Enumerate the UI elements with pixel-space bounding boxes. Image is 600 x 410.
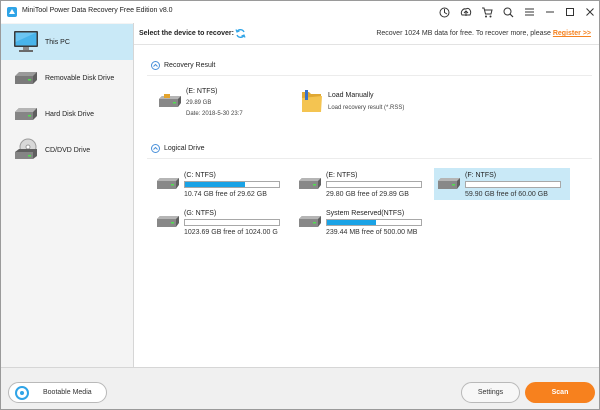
- logical-drive-item[interactable]: (F: NTFS) 59.90 GB free of 60.00 GB: [434, 168, 570, 200]
- free-limit-notice: Recover 1024 MB data for free. To recove…: [376, 30, 591, 37]
- bottom-bar: Bootable Media Settings Scan: [1, 367, 599, 409]
- minitool-logo-icon: [7, 7, 17, 17]
- drive-name: System Reserved(NTFS): [326, 210, 405, 217]
- title-bar: MiniTool Power Data Recovery Free Editio…: [1, 1, 599, 23]
- drive-free-space: 239.44 MB free of 500.00 MB: [326, 229, 418, 236]
- result-drive-name: (E: NTFS): [186, 88, 218, 95]
- disc-icon: [15, 386, 29, 400]
- logical-drive-item[interactable]: (C: NTFS) 10.74 GB free of 29.62 GB: [153, 168, 289, 200]
- usage-bar: [326, 219, 422, 226]
- drive-name: (G: NTFS): [184, 210, 217, 217]
- result-size: 29.89 GB: [186, 100, 212, 106]
- menu-icon[interactable]: [522, 5, 536, 19]
- sidebar-item-label: This PC: [45, 39, 70, 46]
- sidebar-item-removable-disk-drive[interactable]: Removable Disk Drive: [1, 60, 133, 96]
- promo-text: Recover 1024 MB data for free. To recove…: [376, 30, 553, 37]
- hard-disk-icon: [299, 178, 321, 189]
- hard-disk-with-result-icon: [159, 94, 181, 107]
- usage-bar-fill: [327, 220, 376, 225]
- recovery-result-item[interactable]: (E: NTFS) 29.89 GB Date: 2018-5-30 23:7: [155, 84, 285, 122]
- sidebar: This PC Removable Disk Drive Hard Disk D…: [1, 23, 134, 367]
- usage-bar: [326, 181, 422, 188]
- main-panel: Select the device to recover: Recover 10…: [134, 23, 599, 367]
- maximize-icon[interactable]: [563, 5, 577, 19]
- sidebar-item-label: Removable Disk Drive: [45, 75, 115, 82]
- refresh-icon[interactable]: [235, 28, 246, 39]
- divider: [147, 75, 592, 76]
- drive-free-space: 59.90 GB free of 60.00 GB: [465, 191, 548, 198]
- sidebar-item-cd-dvd-drive[interactable]: CD/DVD Drive: [1, 132, 133, 168]
- hard-disk-icon: [157, 178, 179, 189]
- logical-drive-item[interactable]: (G: NTFS) 1023.69 GB free of 1024.00 G: [153, 206, 289, 238]
- hard-disk-icon: [299, 216, 321, 227]
- cart-icon[interactable]: [480, 5, 494, 19]
- usage-bar: [184, 219, 280, 226]
- usage-bar-fill: [185, 182, 246, 187]
- drive-name: (C: NTFS): [184, 172, 216, 179]
- usage-bar: [465, 181, 561, 188]
- settings-button[interactable]: Settings: [461, 382, 520, 403]
- sidebar-item-this-pc[interactable]: This PC: [1, 24, 133, 60]
- register-link[interactable]: Register >>: [553, 30, 591, 37]
- window-title: MiniTool Power Data Recovery Free Editio…: [22, 7, 173, 14]
- app-window: MiniTool Power Data Recovery Free Editio…: [0, 0, 600, 410]
- logical-drive-item[interactable]: System Reserved(NTFS) 239.44 MB free of 5…: [295, 206, 431, 238]
- drive-name: (E: NTFS): [326, 172, 358, 179]
- device-toolbar: Select the device to recover: Recover 10…: [134, 23, 599, 45]
- section-label: Logical Drive: [164, 145, 205, 152]
- bootable-media-label: Bootable Media: [43, 389, 92, 396]
- removable-drive-icon: [15, 72, 37, 84]
- folder-icon: [302, 90, 322, 112]
- monitor-icon: [14, 31, 38, 52]
- activate-key-icon[interactable]: [437, 5, 451, 19]
- divider: [147, 158, 592, 159]
- drive-free-space: 29.80 GB free of 29.89 GB: [326, 191, 409, 198]
- minimize-icon[interactable]: [543, 5, 557, 19]
- chevron-up-icon: [151, 144, 160, 153]
- hard-disk-icon: [157, 216, 179, 227]
- drive-free-space: 10.74 GB free of 29.62 GB: [184, 191, 267, 198]
- scan-button[interactable]: Scan: [525, 382, 595, 403]
- logical-drive-item[interactable]: (E: NTFS) 29.80 GB free of 29.89 GB: [295, 168, 431, 200]
- hard-disk-icon: [438, 178, 460, 189]
- usage-bar: [184, 181, 280, 188]
- sidebar-item-label: Hard Disk Drive: [45, 111, 95, 118]
- result-date: Date: 2018-5-30 23:7: [186, 111, 243, 117]
- cd-dvd-icon: [15, 138, 37, 159]
- load-manually-item[interactable]: Load Manually Load recovery result (*.RS…: [298, 84, 438, 122]
- load-manually-desc: Load recovery result (*.RSS): [328, 105, 405, 111]
- section-label: Recovery Result: [164, 62, 216, 69]
- sidebar-item-label: CD/DVD Drive: [45, 147, 91, 154]
- search-icon[interactable]: [501, 5, 515, 19]
- drive-free-space: 1023.69 GB free of 1024.00 G: [184, 229, 278, 236]
- sidebar-item-hard-disk-drive[interactable]: Hard Disk Drive: [1, 96, 133, 132]
- hard-disk-icon: [15, 108, 37, 120]
- close-icon[interactable]: [583, 5, 597, 19]
- bootable-media-button[interactable]: Bootable Media: [8, 382, 107, 403]
- select-device-label: Select the device to recover:: [139, 30, 234, 37]
- drive-name: (F: NTFS): [465, 172, 497, 179]
- load-manually-title: Load Manually: [328, 92, 374, 99]
- upgrade-icon[interactable]: [459, 5, 473, 19]
- chevron-up-icon: [151, 61, 160, 70]
